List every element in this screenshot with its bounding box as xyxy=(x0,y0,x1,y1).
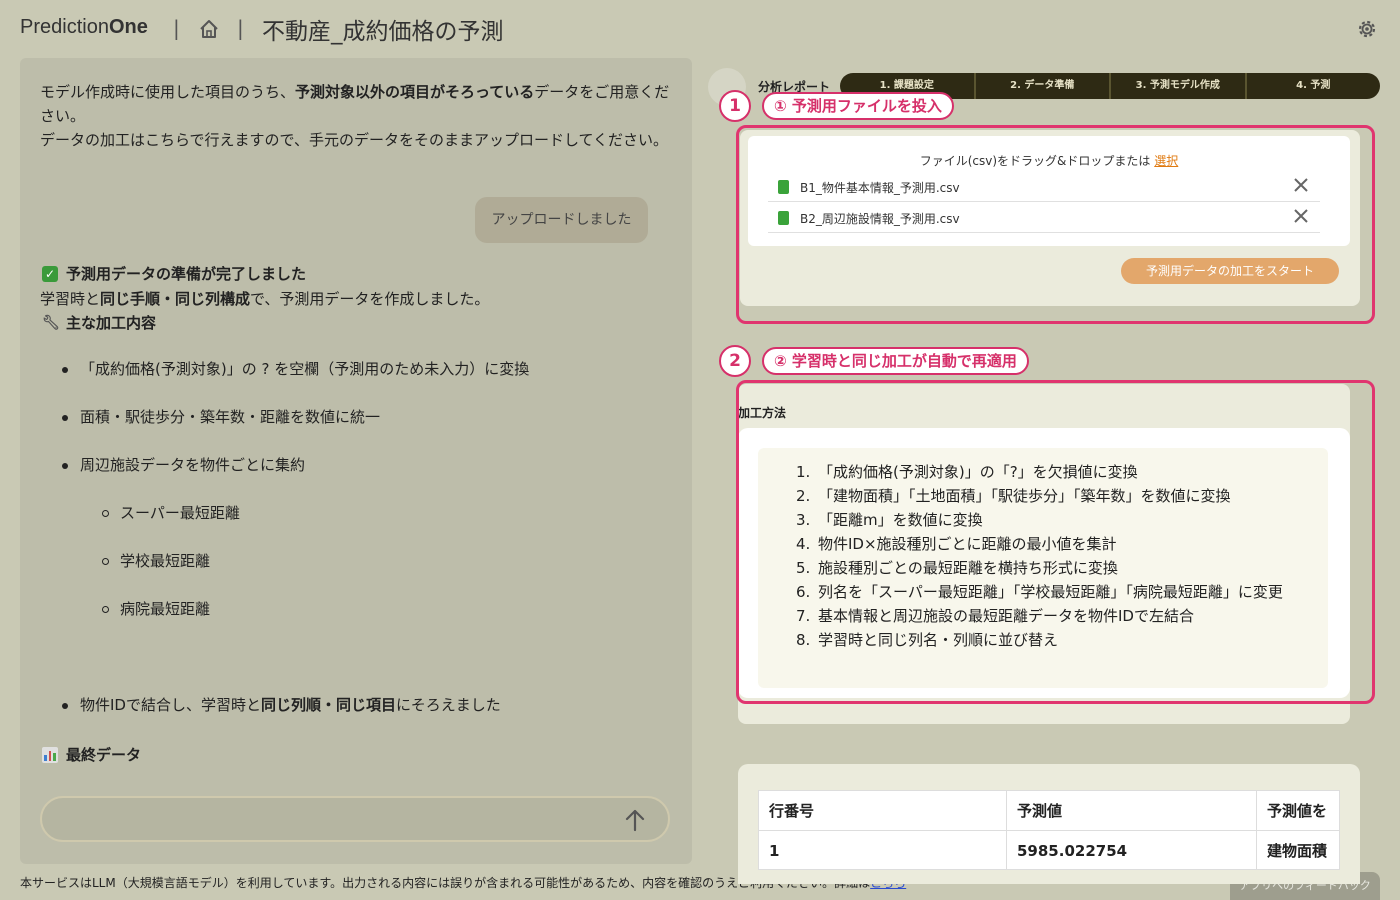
bullet4-pre: 物件IDで結合し、学習時と xyxy=(80,696,261,714)
step-2[interactable]: 2. データ準備 xyxy=(976,73,1111,99)
header-separator: | xyxy=(173,16,180,40)
callout-label-1: ① 予測用ファイルを投入 xyxy=(762,92,954,120)
list-item: 物件IDで結合し、学習時と同じ列順・同じ項目にそろえました xyxy=(62,694,501,715)
page-title: 不動産_成約価格の予測 xyxy=(262,19,504,45)
table-cell: 5985.022754 xyxy=(1007,831,1256,869)
done-title: 予測用データの準備が完了しました xyxy=(66,265,307,283)
arrow-up-icon[interactable] xyxy=(624,808,646,832)
callout-number-2: 2 xyxy=(719,345,751,377)
step-4[interactable]: 4. 予測 xyxy=(1247,73,1381,99)
chat-input[interactable] xyxy=(40,796,670,842)
result-panel: 行番号 1 予測値 5985.022754 予測値を 建物面積 xyxy=(738,764,1360,884)
brand-bold: One xyxy=(108,16,148,38)
bar-chart-icon xyxy=(42,746,58,763)
home-icon[interactable] xyxy=(198,18,220,40)
wrench-icon: 🔧︎ xyxy=(42,314,60,331)
table-column: 予測値 5985.022754 xyxy=(1007,791,1257,869)
made-bold: 同じ手順・同じ列構成 xyxy=(100,290,251,308)
user-message-bubble: アップロードしました xyxy=(475,197,648,243)
bullet4-post: にそろえました xyxy=(396,696,501,714)
assistant-intro: モデル作成時に使用した項目のうち、予測対象以外の項目がそろっているデータをご用意… xyxy=(40,80,680,152)
intro-text: モデル作成時に使用した項目のうち、 xyxy=(40,83,296,101)
gear-icon[interactable] xyxy=(1356,18,1378,40)
table-cell: 建物面積 xyxy=(1257,831,1339,869)
check-icon: ✓ xyxy=(42,265,58,282)
bullet4-bold: 同じ列順・同じ項目 xyxy=(260,696,396,714)
result-table: 行番号 1 予測値 5985.022754 予測値を 建物面積 xyxy=(758,790,1340,870)
table-column: 行番号 1 xyxy=(759,791,1007,869)
table-header-cell: 行番号 xyxy=(759,791,1006,831)
intro-paragraph-2: データの加工はこちらで行えますので、手元のデータをそのままアップロードしてくださ… xyxy=(40,131,669,149)
header-separator-2: | xyxy=(237,16,244,40)
table-column: 予測値を 建物面積 xyxy=(1257,791,1339,869)
main-process-heading: 🔧︎ 主な加工内容 xyxy=(42,312,156,333)
brand-light: Prediction xyxy=(20,16,109,38)
list-item: 「成約価格(予測対象)」の ? を空欄（予測用のため未入力）に変換 xyxy=(61,360,530,378)
done-heading: ✓ 予測用データの準備が完了しました xyxy=(42,263,306,284)
sub-list-item: 学校最短距離 xyxy=(101,552,211,570)
highlight-frame-2 xyxy=(736,380,1375,704)
app-header: PredictionOne | | 不動産_成約価格の予測 xyxy=(0,0,1400,56)
made-pre: 学習時と xyxy=(40,290,101,308)
intro-paragraph: モデル作成時に使用した項目のうち、予測対象以外の項目がそろっているデータをご用意… xyxy=(40,80,680,128)
callout-number-1: 1 xyxy=(719,90,751,122)
table-header-cell: 予測値 xyxy=(1007,791,1256,831)
made-line: 学習時と同じ手順・同じ列構成で、予測用データを作成しました。 xyxy=(40,288,489,309)
final-data-heading: 最終データ xyxy=(42,744,141,765)
sub-list-item: 病院最短距離 xyxy=(101,600,211,618)
intro-bold: 予測対象以外の項目がそろっている xyxy=(295,83,535,101)
highlight-frame-1 xyxy=(736,125,1375,324)
table-header-cell: 予測値を xyxy=(1257,791,1339,831)
table-cell: 1 xyxy=(759,831,1006,869)
callout-label-2: ② 学習時と同じ加工が自動で再適用 xyxy=(762,347,1029,375)
chat-panel: モデル作成時に使用した項目のうち、予測対象以外の項目がそろっているデータをご用意… xyxy=(20,58,692,864)
step-3[interactable]: 3. 予測モデル作成 xyxy=(1111,73,1247,99)
final-data-title: 最終データ xyxy=(66,746,142,764)
brand-logo[interactable]: PredictionOne xyxy=(20,16,148,39)
list-item: 周辺施設データを物件ごとに集約 xyxy=(61,456,306,474)
main-process-label: 主な加工内容 xyxy=(66,314,157,332)
made-post: で、予測用データを作成しました。 xyxy=(250,290,490,308)
list-item: 面積・駅徒歩分・築年数・距離を数値に統一 xyxy=(61,408,381,426)
sub-list-item: スーパー最短距離 xyxy=(102,504,240,522)
